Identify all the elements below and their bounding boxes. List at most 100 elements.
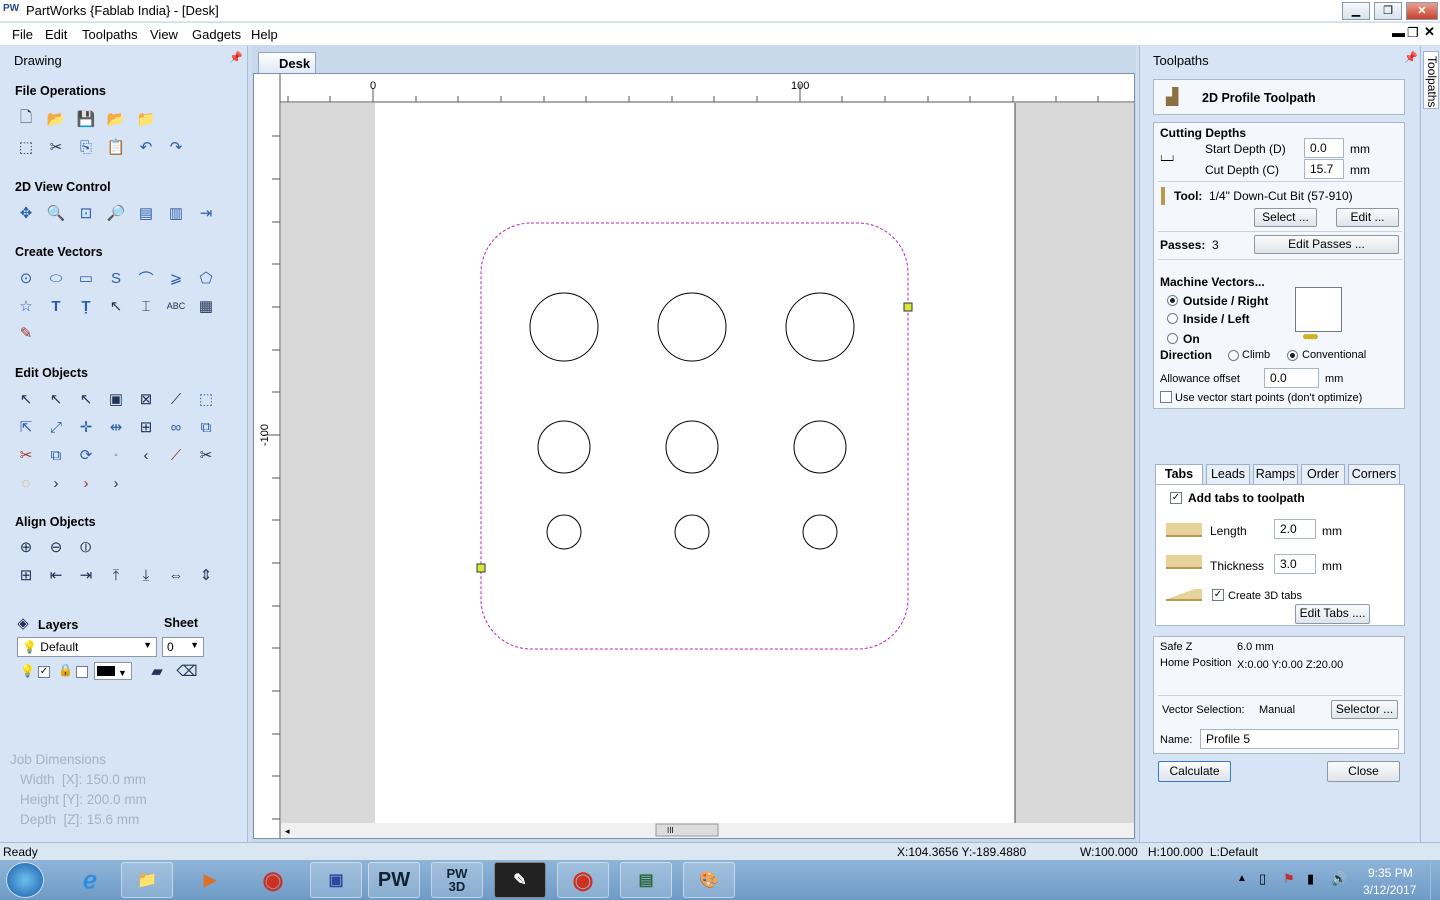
bezier-icon[interactable]: ›: [105, 472, 127, 494]
close-window-button[interactable]: ✕: [1406, 2, 1438, 20]
calculate-button[interactable]: Calculate: [1158, 761, 1231, 782]
group-icon[interactable]: ▣: [105, 388, 127, 410]
chrome-window-icon[interactable]: ◉: [557, 862, 609, 898]
tab-desk[interactable]: Desk: [258, 52, 316, 73]
fillet-icon[interactable]: ⟳: [75, 444, 97, 466]
edit-passes-button[interactable]: Edit Passes ...: [1254, 235, 1399, 254]
toolpath-name-input[interactable]: Profile 5: [1200, 729, 1399, 749]
center-in-material-icon[interactable]: ⊞: [15, 564, 37, 586]
mdi-restore-icon[interactable]: ❐: [1407, 25, 1419, 41]
allowance-input[interactable]: 0.0: [1264, 368, 1319, 388]
array-copy-icon[interactable]: ⊞: [135, 416, 157, 438]
tab-ramps[interactable]: Ramps: [1253, 464, 1298, 485]
cut-icon[interactable]: ✂: [45, 136, 67, 158]
polygon-tool-icon[interactable]: ⬠: [195, 267, 217, 289]
media-player-icon[interactable]: ▶: [184, 862, 236, 898]
length-input[interactable]: 2.0: [1274, 519, 1316, 539]
curve-fit-icon[interactable]: ⟋: [165, 444, 187, 466]
interactive-select-icon[interactable]: ↖: [75, 388, 97, 410]
scissors-icon[interactable]: ✂: [195, 444, 217, 466]
pan-icon[interactable]: ✥: [15, 202, 37, 224]
selector-button[interactable]: Selector ...: [1331, 700, 1398, 719]
inside-left-radio[interactable]: [1167, 313, 1178, 324]
zoom-icon[interactable]: 🔍: [45, 202, 67, 224]
view-material-icon[interactable]: ▤: [135, 202, 157, 224]
align-right-icon[interactable]: ⇥: [75, 564, 97, 586]
chrome-icon[interactable]: ◉: [247, 862, 299, 898]
transform-icon[interactable]: ⬚: [195, 388, 217, 410]
qr-code-icon[interactable]: ▦: [195, 295, 217, 317]
edit-tabs-button[interactable]: Edit Tabs ....: [1295, 604, 1370, 624]
arc-text-icon[interactable]: ABC: [165, 295, 187, 317]
internet-explorer-icon[interactable]: ℯ: [64, 862, 116, 898]
star-tool-icon[interactable]: ☆: [15, 295, 37, 317]
extend-icon[interactable]: ›: [45, 472, 67, 494]
tray-expand-icon[interactable]: ▲: [1237, 873, 1247, 884]
paint-icon[interactable]: 🎨: [683, 862, 735, 898]
curve-tool-icon[interactable]: S: [105, 267, 127, 289]
align-left-icon[interactable]: ⇤: [45, 564, 67, 586]
align-top-icon[interactable]: ⤒: [105, 564, 127, 586]
import-icon[interactable]: 📁: [135, 108, 157, 130]
start-depth-input[interactable]: 0.0: [1304, 138, 1344, 158]
text-on-curve-icon[interactable]: ↖: [105, 295, 127, 317]
ungroup-icon[interactable]: ⊠: [135, 388, 157, 410]
tool-edit-button[interactable]: Edit ...: [1336, 208, 1399, 227]
tray-security-icon[interactable]: ⚑: [1283, 871, 1295, 887]
trim-icon[interactable]: ✂: [15, 444, 37, 466]
tab-tabs[interactable]: Tabs: [1155, 464, 1203, 485]
text-tool-icon[interactable]: T: [45, 295, 67, 317]
create-3d-tabs-checkbox[interactable]: ✓: [1212, 589, 1224, 601]
use-start-points-checkbox[interactable]: [1160, 391, 1172, 403]
document-app-icon[interactable]: ▤: [620, 862, 672, 898]
rotate-icon[interactable]: ✛: [75, 416, 97, 438]
zoom-selection-icon[interactable]: 🔎: [105, 202, 127, 224]
smooth-icon[interactable]: ›: [75, 472, 97, 494]
space-horizontal-icon[interactable]: ⇔: [165, 564, 187, 586]
layer-clear-icon[interactable]: ⌫: [176, 660, 198, 682]
rectangle-tool-icon[interactable]: ▭: [75, 267, 97, 289]
join-icon[interactable]: ⧉: [45, 444, 67, 466]
close-vector-icon[interactable]: ◦: [105, 444, 127, 466]
offset-icon[interactable]: ◌: [15, 472, 37, 494]
start-button[interactable]: [6, 862, 44, 898]
arc-tool-icon[interactable]: ⌒: [135, 267, 157, 289]
move-icon[interactable]: ⇱: [15, 416, 37, 438]
open-folder-icon[interactable]: 📂: [105, 108, 127, 130]
clock-date[interactable]: 3/12/2017: [1363, 883, 1416, 897]
text-box-tool-icon[interactable]: Ṭ: [75, 295, 97, 317]
export-view-icon[interactable]: ⇥: [195, 202, 217, 224]
redo-icon[interactable]: ↷: [165, 136, 187, 158]
outside-right-radio[interactable]: [1167, 295, 1178, 306]
align-v-center-icon[interactable]: ⦶: [75, 536, 97, 558]
pin-icon[interactable]: 📌: [229, 51, 243, 64]
clock-time[interactable]: 9:35 PM: [1368, 866, 1413, 880]
align-h-center-icon[interactable]: ⊖: [45, 536, 67, 558]
menu-edit[interactable]: Edit: [45, 27, 67, 42]
align-bottom-icon[interactable]: ⤓: [135, 564, 157, 586]
select-all-icon[interactable]: ⬚: [15, 136, 37, 158]
mdi-close-icon[interactable]: ✕: [1424, 24, 1435, 40]
undo-icon[interactable]: ↶: [135, 136, 157, 158]
weld-icon[interactable]: ∞: [165, 416, 187, 438]
layer-visible-checkbox[interactable]: ✓: [38, 666, 50, 678]
cnc-app-icon[interactable]: ✎: [494, 862, 546, 898]
tab-corners[interactable]: Corners: [1348, 464, 1400, 485]
draw-tool-icon[interactable]: ✎: [15, 322, 37, 344]
minimize-button[interactable]: ▁: [1342, 2, 1370, 20]
maximize-button[interactable]: ❐: [1374, 2, 1402, 20]
layer-dropdown[interactable]: 💡 Default ▼: [17, 637, 157, 657]
layer-color-dropdown[interactable]: ▼: [94, 662, 132, 680]
save-icon[interactable]: 💾: [75, 108, 97, 130]
thickness-input[interactable]: 3.0: [1274, 554, 1316, 574]
ellipse-tool-icon[interactable]: ⬭: [45, 267, 67, 289]
paste-icon[interactable]: 📋: [105, 136, 127, 158]
measure-icon[interactable]: ⟋: [165, 388, 187, 410]
menu-file[interactable]: File: [12, 27, 33, 42]
polyline-tool-icon[interactable]: ⩾: [165, 267, 187, 289]
conventional-radio[interactable]: [1287, 350, 1298, 361]
node-edit-icon[interactable]: ↖: [45, 388, 67, 410]
menu-view[interactable]: View: [150, 27, 178, 42]
lock-icon[interactable]: 🔒: [58, 663, 73, 677]
toolpaths-side-tab[interactable]: Toolpaths: [1420, 46, 1440, 842]
